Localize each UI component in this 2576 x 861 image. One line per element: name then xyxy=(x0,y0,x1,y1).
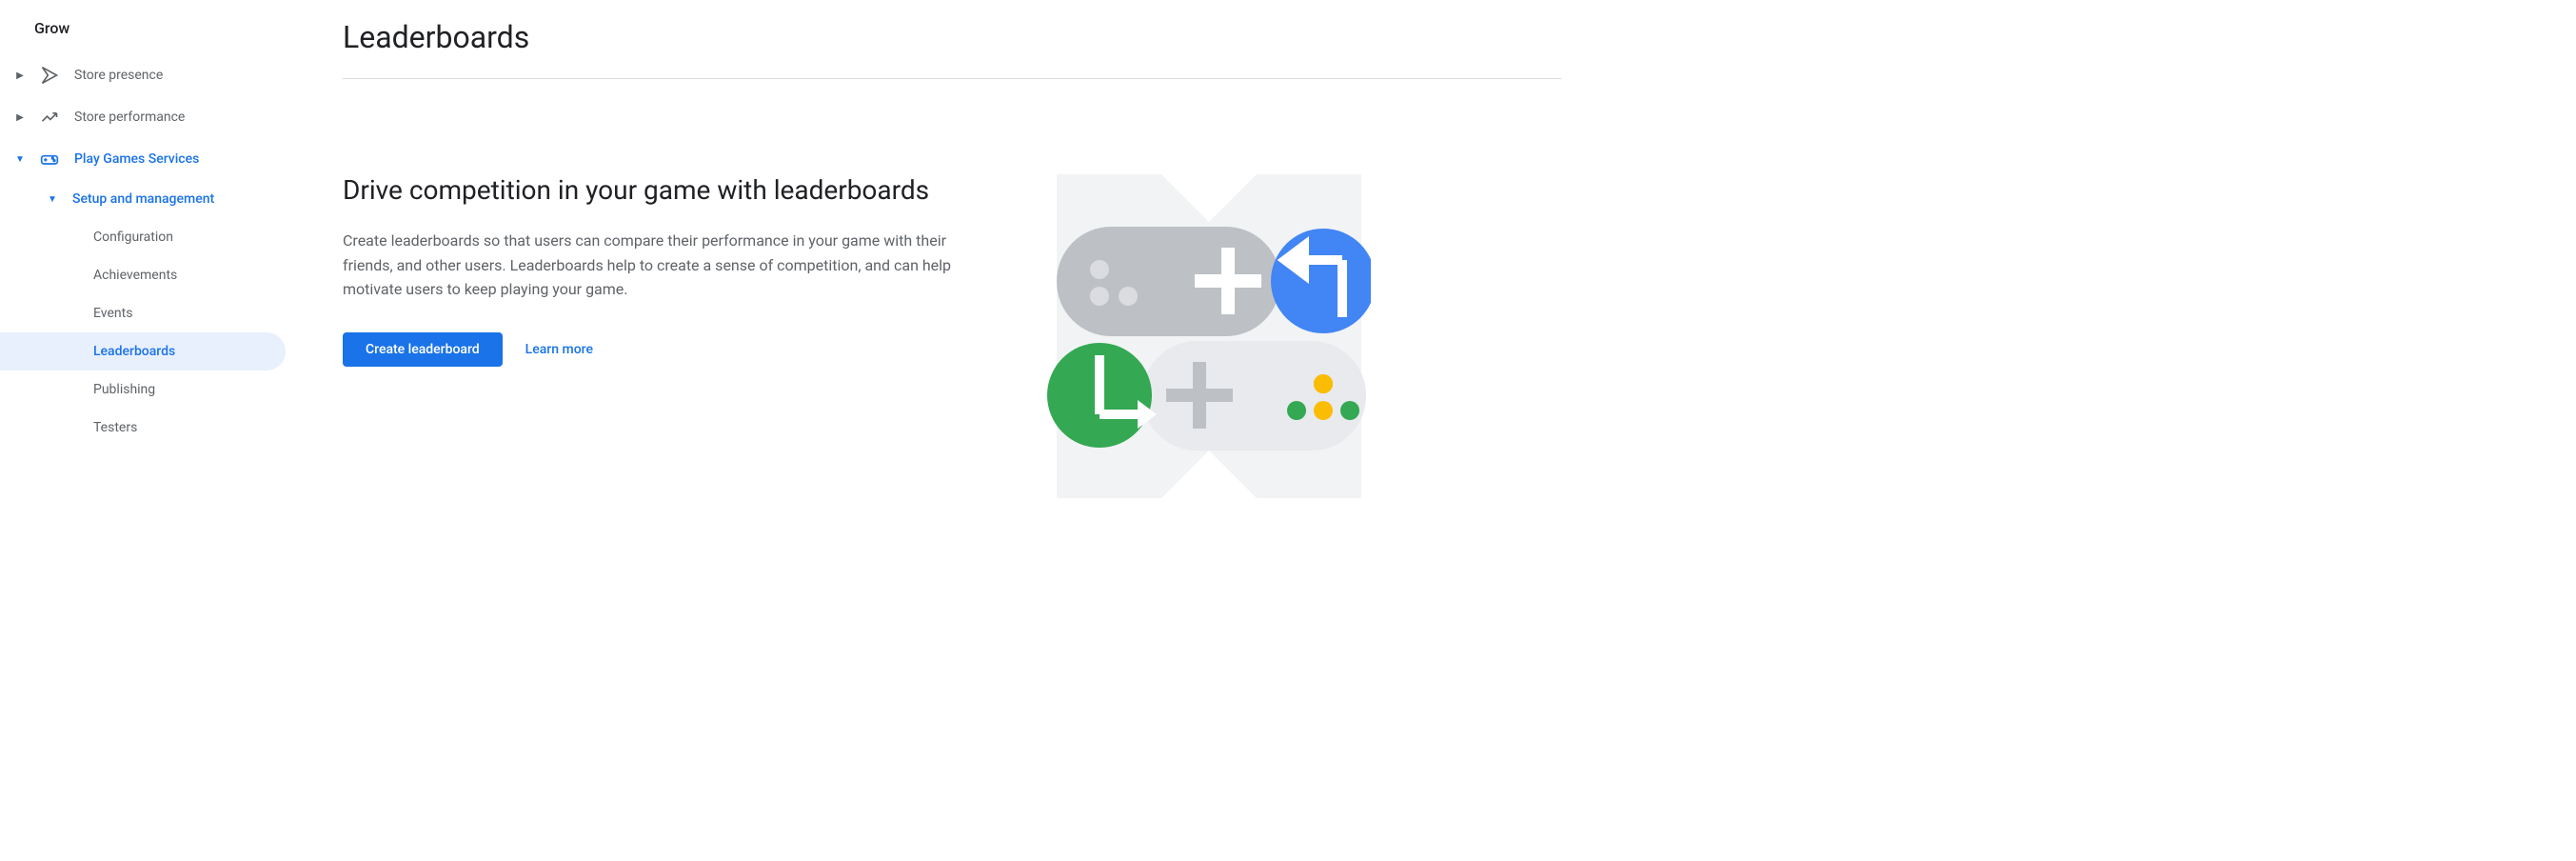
learn-more-link[interactable]: Learn more xyxy=(525,342,593,357)
sidebar-item-store-presence[interactable]: ▶ Store presence xyxy=(0,54,286,96)
sidebar-item-label: Configuration xyxy=(93,230,173,245)
sidebar-item-label: Publishing xyxy=(93,382,155,397)
page-title: Leaderboards xyxy=(343,19,1561,79)
sidebar-item-label: Store presence xyxy=(74,68,163,83)
main-content: Leaderboards Drive competition in your g… xyxy=(286,0,1618,861)
chevron-right-icon: ▶ xyxy=(15,112,25,122)
sidebar-item-leaderboards[interactable]: Leaderboards xyxy=(0,332,286,370)
sidebar-item-publishing[interactable]: Publishing xyxy=(0,370,286,409)
sidebar-item-configuration[interactable]: Configuration xyxy=(0,218,286,256)
content-row: Drive competition in your game with lead… xyxy=(343,174,1561,502)
chevron-down-icon: ▼ xyxy=(15,154,25,164)
sidebar-item-store-performance[interactable]: ▶ Store performance xyxy=(0,96,286,138)
sidebar-item-events[interactable]: Events xyxy=(0,294,286,332)
chevron-down-icon: ▼ xyxy=(48,194,57,204)
sidebar-item-label: Leaderboards xyxy=(93,344,175,359)
play-icon xyxy=(40,66,59,85)
chevron-right-icon: ▶ xyxy=(15,70,25,80)
content-text: Drive competition in your game with lead… xyxy=(343,174,990,367)
sidebar-item-play-games-services[interactable]: ▼ Play Games Services xyxy=(0,138,286,180)
sidebar-item-label: Setup and management xyxy=(72,191,214,207)
controller-icon xyxy=(40,150,59,169)
sidebar-item-label: Testers xyxy=(93,420,137,435)
sidebar-item-label: Store performance xyxy=(74,110,185,125)
sidebar-item-achievements[interactable]: Achievements xyxy=(0,256,286,294)
page-description: Create leaderboards so that users can co… xyxy=(343,229,990,302)
sidebar-item-testers[interactable]: Testers xyxy=(0,409,286,447)
actions: Create leaderboard Learn more xyxy=(343,332,990,367)
sidebar-section-header: Grow xyxy=(0,19,286,54)
sidebar-item-setup-management[interactable]: ▼ Setup and management xyxy=(0,180,286,218)
page-subtitle: Drive competition in your game with lead… xyxy=(343,174,990,206)
chart-icon xyxy=(40,108,59,127)
create-leaderboard-button[interactable]: Create leaderboard xyxy=(343,332,503,367)
sidebar: Grow ▶ Store presence ▶ Store performanc… xyxy=(0,0,286,861)
illustration xyxy=(1047,174,1371,502)
sidebar-item-label: Play Games Services xyxy=(74,151,199,167)
sidebar-item-label: Achievements xyxy=(93,268,177,283)
sidebar-item-label: Events xyxy=(93,306,132,321)
